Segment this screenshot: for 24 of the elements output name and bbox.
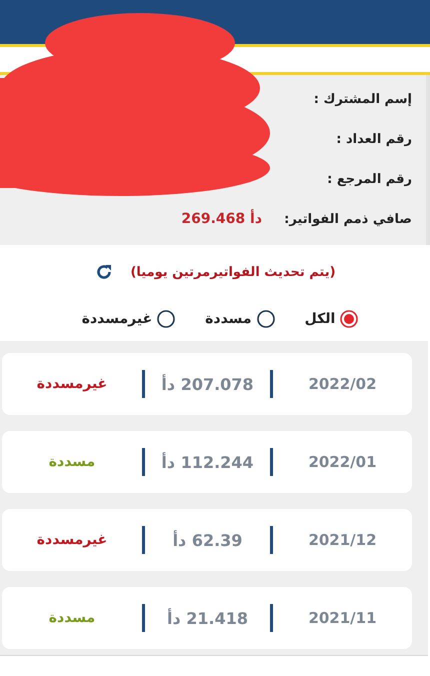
invoice-month: 2021/11 — [307, 609, 378, 627]
field-label: رقم العداد : — [335, 132, 412, 146]
payment-status: مسددة — [48, 454, 96, 470]
invoice-month: 2022/01 — [307, 453, 378, 471]
field-label: رقم المرجع : — [326, 172, 412, 186]
payment-status: مسددة — [48, 610, 96, 626]
payment-status: غيرمسددة — [36, 376, 108, 392]
radio-icon[interactable] — [157, 310, 176, 328]
filter-radio[interactable]: مسددة — [205, 310, 275, 328]
filter-radio[interactable]: غيرمسددة — [82, 310, 176, 328]
invoice-amount: 62.39 دأ — [172, 530, 244, 550]
field-label: صافي ذمم الفواتير: — [283, 212, 412, 226]
total-amount: دأ 269.468 — [181, 211, 262, 227]
filter-radio[interactable]: الكل — [304, 310, 358, 328]
radio-icon[interactable] — [340, 310, 358, 328]
payment-status: غيرمسددة — [36, 532, 108, 548]
radio-icon[interactable] — [256, 310, 275, 328]
invoice-amount: 207.078 دأ — [160, 374, 255, 394]
invoice-month: 2021/12 — [307, 531, 378, 549]
invoice-amount: 21.418 دأ — [166, 608, 249, 628]
invoice-month: 2022/02 — [307, 375, 378, 393]
update-note: (يتم تحديث الفواتيرمرتين يوميا) — [130, 264, 336, 280]
invoice-amount: 112.244 دأ — [160, 452, 255, 472]
field-label: إسم المشترك : — [312, 92, 412, 106]
